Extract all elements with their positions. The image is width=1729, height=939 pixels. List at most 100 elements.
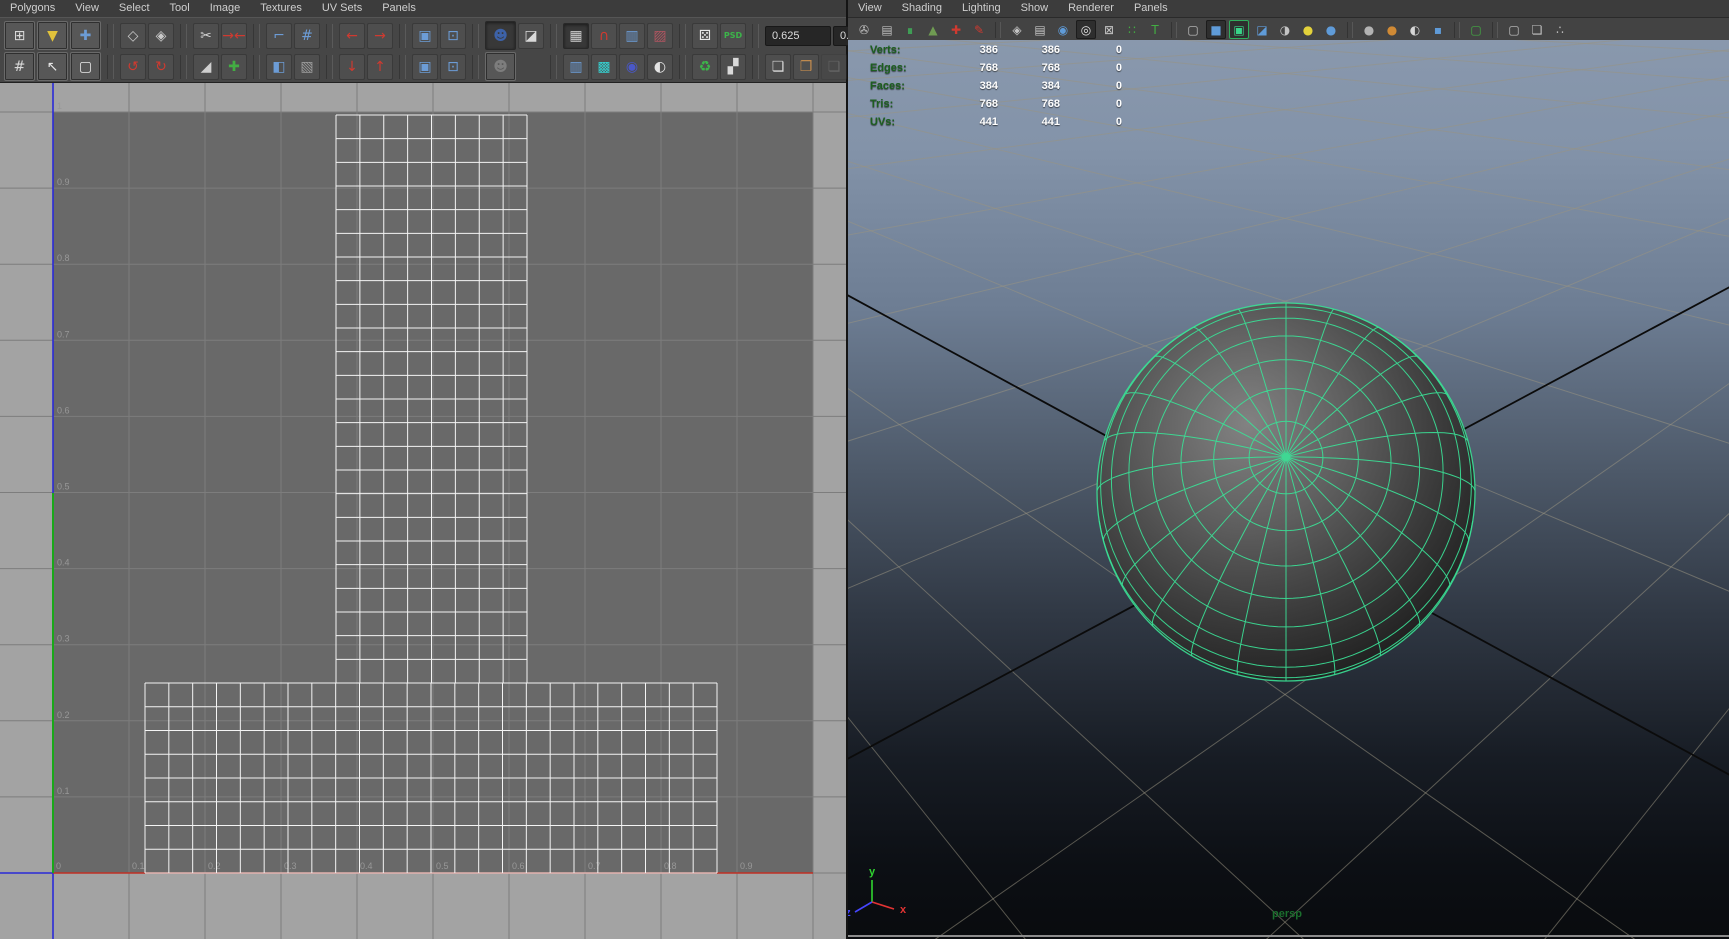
move-uv-shell-tool[interactable]: ✚ xyxy=(70,21,101,50)
menu-select[interactable]: Select xyxy=(109,0,160,17)
toolbar-separator xyxy=(472,24,479,48)
viewport-3d-view[interactable]: yxz xyxy=(848,40,1729,939)
toolbar-separator xyxy=(107,24,114,48)
split-uvs-button[interactable]: ◢ xyxy=(193,54,219,80)
field-chart-icon[interactable]: ⊠ xyxy=(1099,20,1119,39)
perspective-viewport[interactable]: yxz Verts:3863860Edges:7687680Faces:3843… xyxy=(848,40,1729,939)
cut-uv-edges-button[interactable]: ✂ xyxy=(193,23,219,49)
checker-map-toggle[interactable]: ▞ xyxy=(720,54,746,80)
relayout-uvs-button[interactable]: ▧ xyxy=(294,54,320,80)
connections-icon[interactable]: ∴ xyxy=(1550,20,1570,39)
smooth-shade-mode-icon[interactable]: ■ xyxy=(1206,20,1226,39)
gate-mask-icon[interactable]: ◎ xyxy=(1076,20,1096,39)
perspective-viewport-panel: ViewShadingLightingShowRendererPanels ✇▤… xyxy=(848,0,1729,939)
film-gate-icon[interactable]: ◈ xyxy=(1007,20,1027,39)
rebake-textures-button[interactable]: ⚄ xyxy=(692,23,718,49)
normalize-uvs-button[interactable]: ▣ xyxy=(412,54,438,80)
menu-shading[interactable]: Shading xyxy=(892,0,952,17)
svg-text:0.6: 0.6 xyxy=(512,861,525,871)
dim-image-toggle[interactable]: ▦ xyxy=(563,23,589,49)
polygon-sphere[interactable] xyxy=(1097,303,1475,681)
alpha-channel-toggle[interactable]: ◐ xyxy=(647,54,673,80)
align-v-max-button[interactable]: ↑ xyxy=(367,54,393,80)
uv-select-tool[interactable]: ↖ xyxy=(37,52,68,81)
wireframe-on-shaded-icon[interactable]: ▣ xyxy=(1229,20,1249,39)
uv-grid-view[interactable]: 10.90.80.70.60.50.40.30.20.100.10.20.30.… xyxy=(0,83,846,939)
menu-lighting[interactable]: Lighting xyxy=(952,0,1011,17)
safe-title-icon[interactable]: T xyxy=(1145,20,1165,39)
filmback-icon[interactable]: ▤ xyxy=(1030,20,1050,39)
unfold-uvs-button[interactable]: ◧ xyxy=(266,54,292,80)
filtered-image-toggle[interactable]: ◪ xyxy=(518,23,544,49)
rotate-uvs-ccw-button[interactable]: ↺ xyxy=(120,54,146,80)
copy-uvs-button[interactable]: ❏ xyxy=(765,54,791,80)
menu-textures[interactable]: Textures xyxy=(250,0,312,17)
menu-panels[interactable]: Panels xyxy=(1124,0,1178,17)
svg-text:0.5: 0.5 xyxy=(436,861,449,871)
menu-tool[interactable]: Tool xyxy=(160,0,200,17)
backface-culling-icon[interactable]: ▪ xyxy=(1428,20,1448,39)
checker-texture-toggle[interactable]: ▩ xyxy=(591,54,617,80)
snap-uvs-button[interactable]: ⊡ xyxy=(440,54,466,80)
uv-tweak-tool[interactable]: # xyxy=(4,52,35,81)
isolate-select-icon[interactable]: ▢ xyxy=(1466,20,1486,39)
panel-layouts-icon[interactable]: ❏ xyxy=(1527,20,1547,39)
uv-smudge-tool[interactable]: ▼ xyxy=(37,21,68,50)
layout-uvs-button[interactable]: ⌐ xyxy=(266,23,292,49)
bookmarks-icon[interactable]: ∎ xyxy=(900,20,920,39)
pan-zoom-icon[interactable]: ✚ xyxy=(946,20,966,39)
uv-editor-canvas[interactable]: 10.90.80.70.60.50.40.30.20.100.10.20.30.… xyxy=(0,83,846,939)
menu-polygons[interactable]: Polygons xyxy=(0,0,65,17)
default-material-icon[interactable]: ◑ xyxy=(1275,20,1295,39)
menu-show[interactable]: Show xyxy=(1011,0,1059,17)
flip-u-button[interactable]: ◇ xyxy=(120,23,146,49)
maya-workspace: PolygonsViewSelectToolImageTexturesUV Se… xyxy=(0,0,1729,939)
occlusion-toggle-icon[interactable]: ● xyxy=(1359,20,1379,39)
marquee-select-tool[interactable]: ▢ xyxy=(70,52,101,81)
align-u-min-button[interactable]: ← xyxy=(339,23,365,49)
safe-action-icon[interactable]: ∷ xyxy=(1122,20,1142,39)
select-camera-icon[interactable]: ✇ xyxy=(854,20,874,39)
display-image-toggle[interactable]: ☻ xyxy=(485,21,516,50)
xray-toggle-icon[interactable]: ● xyxy=(1382,20,1402,39)
resolution-gate-icon[interactable]: ◉ xyxy=(1053,20,1073,39)
overlay-shade-toggle[interactable]: ▥ xyxy=(563,54,589,80)
lighting-toggle-icon[interactable]: ● xyxy=(1298,20,1318,39)
snap-stack-button[interactable]: ⊡ xyxy=(440,23,466,49)
grease-pencil-icon[interactable]: ✎ xyxy=(969,20,989,39)
flip-v-button[interactable]: ◈ xyxy=(148,23,174,49)
toolbar-separator xyxy=(1347,22,1353,38)
menu-image[interactable]: Image xyxy=(200,0,251,17)
rotate-uvs-cw-button[interactable]: ↻ xyxy=(148,54,174,80)
shade-uvs-toggle[interactable]: ▥ xyxy=(619,23,645,49)
rgb-channels-toggle[interactable]: ◉ xyxy=(619,54,645,80)
grid-uvs-button[interactable]: # xyxy=(294,23,320,49)
uv-lattice-tool[interactable]: ⊞ xyxy=(4,21,35,50)
uv-toolbar-row-2: #↖▢↺↻◢✚◧▧↓↑▣⊡☻▥▩◉◐♻▞❏❒❏❒▱⊕ xyxy=(4,51,842,82)
u-coordinate-field[interactable]: 0.625 xyxy=(765,26,831,46)
display-cube-icon[interactable]: ▢ xyxy=(1504,20,1524,39)
wireframe-mode-icon[interactable]: ▢ xyxy=(1183,20,1203,39)
sew-uv-edges-button[interactable]: →← xyxy=(221,23,247,49)
textured-mode-icon[interactable]: ◪ xyxy=(1252,20,1272,39)
update-psd-button[interactable]: PSD xyxy=(720,23,746,49)
copy-disabled-button[interactable]: ❏ xyxy=(821,54,847,80)
menu-renderer[interactable]: Renderer xyxy=(1058,0,1124,17)
image-plane-icon[interactable]: ▲ xyxy=(923,20,943,39)
menu-panels[interactable]: Panels xyxy=(372,0,426,17)
refresh-textures-button[interactable]: ♻ xyxy=(692,54,718,80)
align-v-min-button[interactable]: ↓ xyxy=(339,54,365,80)
pixel-snap-toggle[interactable]: ∩ xyxy=(591,23,617,49)
dim-image-2-toggle[interactable]: ☻ xyxy=(485,52,516,81)
menu-view[interactable]: View xyxy=(848,0,892,17)
shadows-toggle-icon[interactable]: ● xyxy=(1321,20,1341,39)
camera-attributes-icon[interactable]: ▤ xyxy=(877,20,897,39)
display-rgb-toggle[interactable]: ▨ xyxy=(647,23,673,49)
move-pivot-button[interactable]: ✚ xyxy=(221,54,247,80)
paste-uvs-button[interactable]: ❒ xyxy=(793,54,819,80)
menu-uv-sets[interactable]: UV Sets xyxy=(312,0,372,17)
align-u-max-button[interactable]: → xyxy=(367,23,393,49)
menu-view[interactable]: View xyxy=(65,0,109,17)
two-sided-lighting-icon[interactable]: ◐ xyxy=(1405,20,1425,39)
stack-shells-button[interactable]: ▣ xyxy=(412,23,438,49)
